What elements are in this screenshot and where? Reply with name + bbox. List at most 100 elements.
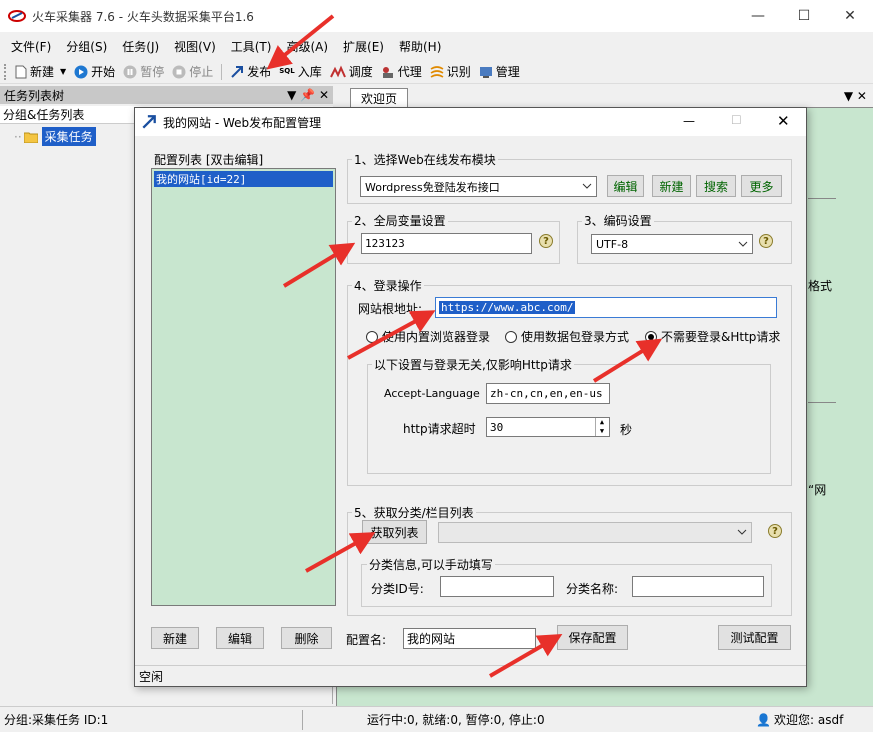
dropdown-arrow-icon[interactable]: ▼ (60, 67, 66, 76)
category-name-label: 分类名称: (566, 582, 619, 596)
publish-label: 发布 (247, 65, 272, 79)
http-settings-label: 以下设置与登录无关,仅影响Http请求 (372, 356, 574, 373)
encoding-group-label: 3、编码设置 (582, 212, 654, 229)
dialog-close-button[interactable]: ✕ (777, 112, 790, 130)
toolbar-grip (4, 63, 7, 80)
menu-tools[interactable]: 工具(T) (231, 38, 272, 55)
start-button[interactable]: 开始 (74, 63, 115, 80)
stop-button[interactable]: 停止 (172, 63, 213, 80)
toolbar: 新建 ▼ 开始 暂停 停止 发布 SQL 入库 调度 代理 识别 管理 (0, 60, 873, 84)
menu-advanced[interactable]: 高级(A) (286, 38, 328, 55)
http-timeout-value: 30 (490, 420, 504, 434)
more-module-button[interactable]: 更多 (741, 175, 782, 197)
menu-file[interactable]: 文件(F) (11, 38, 51, 55)
global-variable-input[interactable]: 123123 (361, 233, 532, 254)
menu-help[interactable]: 帮助(H) (399, 38, 441, 55)
global-variable-group-label: 2、全局变量设置 (352, 212, 448, 229)
schedule-button[interactable]: 调度 (329, 63, 373, 80)
panel-controls[interactable]: ▼ 📌 ✕ (287, 88, 329, 102)
new-module-button[interactable]: 新建 (652, 175, 691, 197)
save-config-button[interactable]: 保存配置 (557, 625, 628, 650)
task-tree-subheader-label: 分组&任务列表 (3, 108, 85, 122)
publish-icon (231, 65, 244, 78)
category-info-label: 分类信息,可以手动填写 (367, 556, 495, 573)
stop-icon (172, 65, 186, 78)
welcome-divider (808, 198, 836, 199)
manage-button[interactable]: 管理 (479, 63, 520, 80)
config-list-item[interactable]: 我的网站[id=22] (154, 171, 333, 187)
maximize-button[interactable]: ☐ (781, 0, 827, 32)
dialog-minimize-button[interactable]: — (683, 114, 695, 128)
category-select[interactable] (438, 522, 752, 543)
category-id-input[interactable] (440, 576, 554, 597)
edit-config-button[interactable]: 编辑 (216, 627, 264, 649)
menu-view[interactable]: 视图(V) (174, 38, 216, 55)
accept-language-label: Accept-Language (384, 387, 480, 400)
welcome-text: “网 (808, 483, 827, 497)
login-group-label: 4、登录操作 (352, 277, 424, 294)
proxy-icon (382, 66, 393, 78)
site-url-input[interactable]: https://www.abc.com/ (435, 297, 777, 318)
config-list[interactable]: 我的网站[id=22] (151, 168, 336, 606)
fetch-list-button[interactable]: 获取列表 (362, 520, 427, 544)
help-icon[interactable]: ? (768, 524, 782, 538)
seconds-unit: 秒 (620, 423, 633, 437)
radio-packet-login[interactable]: 使用数据包登录方式 (505, 328, 629, 345)
help-icon[interactable]: ? (759, 234, 773, 248)
tree-item-collect-task[interactable]: ·· 采集任务 (14, 127, 96, 146)
status-counts: 运行中:0, 就绪:0, 暂停:0, 停止:0 (367, 713, 545, 727)
radio-builtin-browser[interactable]: 使用内置浏览器登录 (366, 328, 490, 345)
folder-icon (23, 132, 38, 143)
new-button[interactable]: 新建 ▼ (15, 63, 66, 80)
menu-group[interactable]: 分组(S) (66, 38, 107, 55)
test-config-button[interactable]: 测试配置 (718, 625, 791, 650)
task-tree-header: 任务列表树 ▼ 📌 ✕ (0, 86, 333, 104)
close-button[interactable]: ✕ (827, 0, 873, 32)
new-file-icon (15, 65, 27, 78)
main-titlebar: 火车采集器 7.6 - 火车头数据采集平台1.6 — ☐ ✕ (0, 0, 873, 32)
menu-task[interactable]: 任务(J) (122, 38, 159, 55)
search-module-button[interactable]: 搜索 (696, 175, 736, 197)
category-name-input[interactable] (632, 576, 764, 597)
module-group-label: 1、选择Web在线发布模块 (352, 151, 498, 168)
new-label: 新建 (30, 65, 55, 79)
import-button[interactable]: SQL 入库 (279, 63, 321, 80)
minimize-button[interactable]: — (735, 0, 781, 32)
tab-welcome[interactable]: 欢迎页 (350, 88, 409, 108)
tab-controls[interactable]: ▼ ✕ (844, 89, 867, 103)
category-id-label: 分类ID号: (371, 582, 424, 596)
status-bar: 分组:采集任务 ID:1 运行中:0, 就绪:0, 暂停:0, 停止:0 👤 欢… (0, 706, 873, 732)
tree-connector: ·· (14, 129, 22, 144)
menu-bar: 文件(F) 分组(S) 任务(J) 视图(V) 工具(T) 高级(A) 扩展(E… (0, 34, 873, 58)
config-name-input[interactable]: 我的网站 (403, 628, 536, 649)
chevron-down-icon (737, 529, 747, 535)
menu-extend[interactable]: 扩展(E) (343, 38, 384, 55)
manage-icon (479, 66, 492, 78)
tree-item-label: 采集任务 (41, 127, 96, 146)
radio-no-login[interactable]: 不需要登录&Http请求 (645, 328, 780, 345)
global-variable-value: 123123 (365, 237, 405, 250)
edit-module-button[interactable]: 编辑 (607, 175, 644, 197)
status-user: 欢迎您: asdf (774, 713, 844, 727)
stop-label: 停止 (189, 65, 214, 79)
proxy-button[interactable]: 代理 (381, 63, 422, 80)
dialog-status-text: 空闲 (139, 669, 164, 684)
encoding-select[interactable]: UTF-8 (591, 234, 753, 254)
help-icon[interactable]: ? (539, 234, 553, 248)
tab-welcome-label: 欢迎页 (361, 92, 398, 106)
http-timeout-stepper[interactable]: 30 ▲ ▼ (486, 417, 610, 437)
radio-circle (505, 330, 517, 343)
module-select-value: Wordpress免登陆发布接口 (365, 180, 500, 194)
recognize-button[interactable]: 识别 (430, 63, 471, 80)
dialog-maximize-button[interactable]: ☐ (731, 113, 742, 127)
pause-button[interactable]: 暂停 (123, 63, 164, 80)
stepper-arrows-icon[interactable]: ▲ ▼ (595, 418, 608, 436)
publish-button[interactable]: 发布 (230, 63, 271, 80)
new-config-button[interactable]: 新建 (151, 627, 199, 649)
module-select[interactable]: Wordpress免登陆发布接口 (360, 176, 597, 197)
delete-config-button[interactable]: 删除 (281, 627, 332, 649)
pause-label: 暂停 (140, 65, 165, 79)
radio-no-login-label: 不需要登录&Http请求 (661, 330, 781, 344)
radio-packet-login-label: 使用数据包登录方式 (521, 330, 630, 344)
accept-language-input[interactable]: zh-cn,cn,en,en-us (486, 383, 610, 404)
